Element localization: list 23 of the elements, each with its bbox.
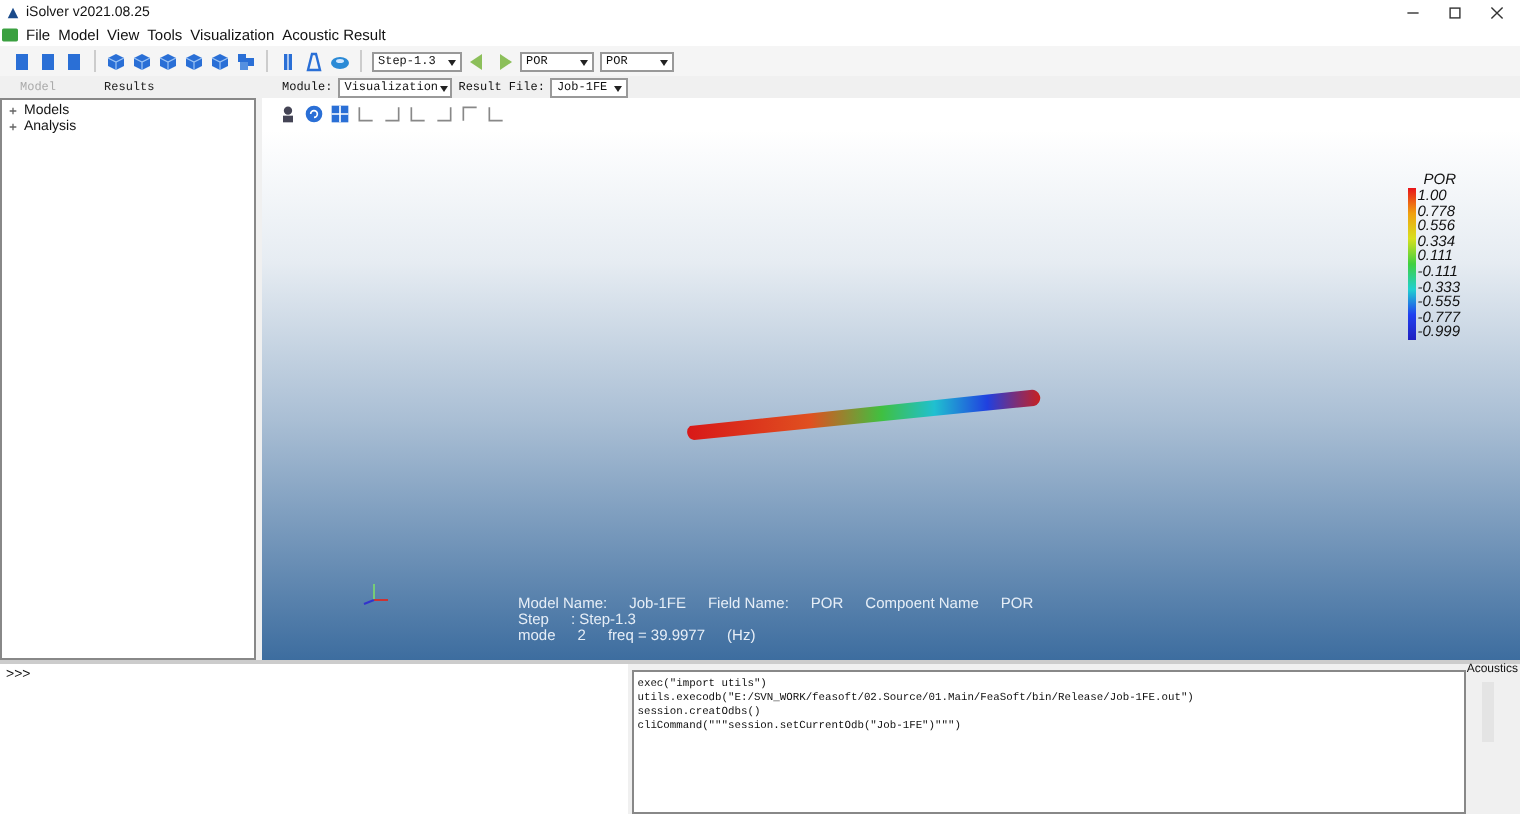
caret-icon — [658, 55, 670, 67]
cube-icon[interactable] — [132, 51, 152, 71]
cube-icon[interactable] — [158, 51, 178, 71]
cube-icon[interactable] — [184, 51, 204, 71]
caret-icon — [612, 81, 625, 93]
expander-icon[interactable] — [8, 105, 18, 115]
rotate-icon[interactable] — [304, 104, 324, 124]
grid-icon[interactable] — [330, 104, 350, 124]
axis-triad-icon — [362, 580, 390, 608]
close-icon[interactable] — [1490, 5, 1504, 19]
expander-icon[interactable] — [8, 121, 18, 131]
caret-icon — [438, 81, 451, 93]
blocks-icon[interactable] — [236, 51, 256, 71]
maximize-icon[interactable] — [1448, 5, 1462, 19]
column-icon[interactable] — [278, 51, 298, 71]
app-logo-icon — [6, 5, 20, 19]
disc-icon[interactable] — [330, 51, 350, 71]
caret-icon — [446, 55, 458, 67]
arch-icon[interactable] — [304, 51, 324, 71]
cube-icon[interactable] — [106, 51, 126, 71]
app-badge-icon — [2, 28, 18, 42]
cube-icon[interactable] — [210, 51, 230, 71]
caret-icon — [578, 55, 590, 67]
